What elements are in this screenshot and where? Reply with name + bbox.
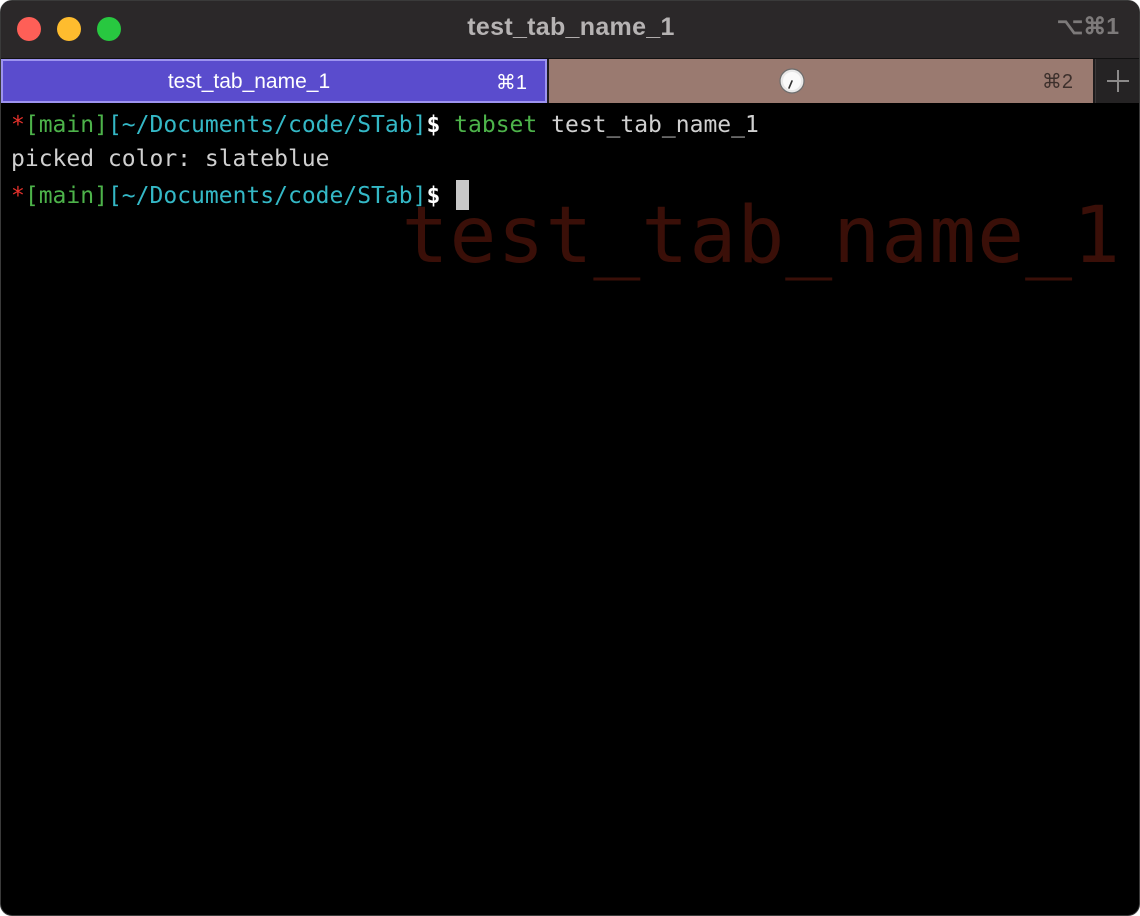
prompt-dollar: $	[426, 183, 441, 209]
tab-2[interactable]: ⌘2	[549, 59, 1093, 103]
prompt-line: *[main][~/Documents/code/STab]$ tabset t…	[11, 112, 759, 142]
prompt-path: [~/Documents/code/STab]	[107, 112, 427, 138]
prompt-path: [~/Documents/code/STab]	[107, 183, 427, 209]
tab-name-watermark: test_tab_name_1	[401, 191, 1121, 281]
tab-bar: test_tab_name_1 ⌘1 ⌘2	[1, 59, 1139, 103]
tab-shortcut: ⌘1	[495, 72, 527, 94]
window-title: test_tab_name_1	[467, 13, 675, 41]
window-shortcut: ⌥⌘1	[1056, 13, 1119, 39]
tab-shortcut: ⌘2	[1041, 71, 1073, 93]
command-argument: test_tab_name_1	[551, 112, 759, 138]
command-name: tabset	[454, 112, 538, 138]
prompt-dollar: $	[426, 112, 441, 138]
text-cursor	[456, 180, 470, 210]
clock-icon	[779, 68, 805, 94]
prompt-branch: [main]	[24, 112, 108, 138]
terminal-window: test_tab_name_1 ⌥⌘1 test_tab_name_1 ⌘1 ⌘…	[0, 0, 1140, 916]
prompt-branch: [main]	[24, 183, 108, 209]
tab-label: test_tab_name_1	[167, 70, 331, 93]
tab-1[interactable]: test_tab_name_1 ⌘1	[1, 59, 547, 103]
title-bar[interactable]: test_tab_name_1 ⌥⌘1	[1, 1, 1139, 59]
prompt-line: *[main][~/Documents/code/STab]$	[11, 180, 470, 210]
new-tab-button[interactable]	[1095, 59, 1139, 103]
prompt-star: *	[11, 112, 25, 138]
prompt-star: *	[11, 183, 25, 209]
terminal-content[interactable]: test_tab_name_1 *[main][~/Documents/code…	[1, 103, 1139, 915]
output-line: picked color: slateblue	[11, 146, 330, 172]
